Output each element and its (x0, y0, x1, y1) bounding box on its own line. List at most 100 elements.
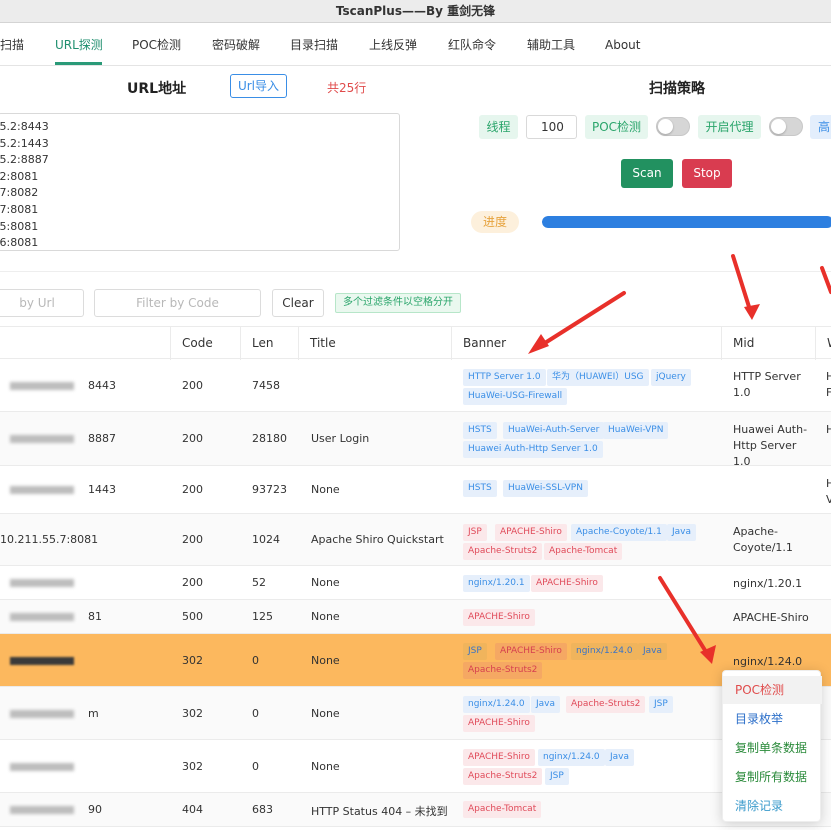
progress-fill (542, 216, 831, 228)
redacted-url (10, 806, 74, 814)
cell-mid: HTTP Server 1.0 (733, 370, 801, 399)
advanced-toggle-label: 高 (810, 115, 831, 139)
proxy-toggle[interactable] (769, 117, 803, 136)
filter-hint: 多个过滤条件以空格分开 (335, 293, 461, 313)
progress-label: 进度 (471, 211, 519, 233)
window-title: TscanPlus——By 重剑无锋 (0, 0, 831, 23)
cell-len: 0 (252, 706, 259, 720)
table-row[interactable]: 81 500 125 None APACHE-Shiro APACHE-Shiro (0, 600, 831, 634)
cell-url: 8887 (88, 432, 116, 445)
cell-url: m (88, 706, 99, 720)
cell-len: 7458 (252, 378, 280, 392)
cell-title: Apache Shiro Quickstart (311, 533, 444, 546)
menu-url-probe[interactable]: URL探测 (55, 24, 103, 66)
ctx-poc-check[interactable]: POC检测 (723, 676, 822, 704)
menu-dir-scan[interactable]: 目录扫描 (290, 24, 338, 66)
banner-tag: HuaWei-SSL-VPN (503, 480, 588, 497)
cell-w: H (826, 423, 831, 436)
url-line: .5.2:1443 (0, 136, 49, 150)
cell-code: 302 (182, 759, 203, 773)
cell-len: 0 (252, 653, 259, 667)
table-row[interactable]: 302 0 None APACHE-Shiro nginx/1.24.0 Java Apac… (0, 740, 831, 793)
table-row[interactable]: 302 0 None JSP APACHE-Shiro nginx/1.24.0 Java A… (0, 634, 831, 687)
cell-url: 8443 (88, 378, 116, 392)
banner-tag: JSP (463, 524, 487, 541)
banner-tag: Apache-Tomcat (463, 801, 542, 818)
table-row[interactable]: 8887 200 28180 User Login HSTS HuaWei-Auth-Se… (0, 412, 831, 468)
banner-tag: HSTS (463, 422, 497, 439)
cell-code: 302 (182, 706, 203, 720)
progress-bar (542, 216, 831, 228)
header-mid[interactable]: Mid (721, 327, 815, 360)
banner-tag: Java (531, 696, 561, 713)
banner-tag: JSP (463, 643, 487, 660)
header-w[interactable]: W (815, 327, 831, 360)
cell-code: 500 (182, 610, 203, 623)
context-menu: POC检测 目录枚举 复制单条数据 复制所有数据 清除记录 (722, 670, 822, 822)
cell-len: 28180 (252, 432, 287, 445)
redacted-url (10, 486, 74, 494)
banner-tag: HuaWei-Auth-Server (503, 422, 605, 439)
threads-label: 线程 (479, 115, 518, 139)
arrow-to-mid (731, 254, 752, 312)
table-row[interactable]: m 302 0 None nginx/1.24.0 Java Apache-Struts2 J… (0, 687, 831, 740)
stop-button[interactable]: Stop (682, 159, 732, 188)
url-line: .2:8081 (0, 169, 39, 183)
menu-reverse[interactable]: 上线反弹 (369, 24, 417, 66)
cell-title: None (311, 653, 340, 667)
redacted-url (10, 656, 74, 665)
menu-redteam[interactable]: 红队命令 (448, 24, 496, 66)
banner-tag: APACHE-Shiro (463, 749, 535, 766)
header-title[interactable]: Title (298, 327, 451, 360)
table-row[interactable]: 1443 200 93723 None HSTS HuaWei-SSL-VPN H V (0, 466, 831, 514)
header-banner[interactable]: Banner (451, 327, 721, 360)
table-row[interactable]: 90 404 683 HTTP Status 404 – 未找到 Apache-Tomc… (0, 793, 831, 827)
ctx-dir-enum[interactable]: 目录枚举 (723, 705, 822, 733)
table-row[interactable]: 8443 200 7458 HTTP Server 1.0 华为（HUAWEI）USG j… (0, 359, 831, 412)
ctx-copy-all[interactable]: 复制所有数据 (723, 763, 822, 791)
banner-tag: Huawei Auth-Http Server 1.0 (463, 441, 603, 458)
url-line: .5.2:8887 (0, 153, 49, 167)
header-len[interactable]: Len (240, 327, 298, 360)
banner-tag: nginx/1.24.0 (571, 643, 638, 660)
arrowhead-mid (744, 304, 760, 320)
header-code[interactable]: Code (170, 327, 240, 360)
filter-code-input[interactable]: Filter by Code (94, 289, 261, 317)
banner-tag: Apache-Struts2 (463, 543, 543, 560)
ctx-copy-single[interactable]: 复制单条数据 (723, 734, 822, 762)
banner-tag: APACHE-Shiro (531, 575, 603, 592)
banner-tag: APACHE-Shiro (495, 643, 567, 660)
url-import-button[interactable]: Url导入 (230, 74, 287, 98)
clear-button[interactable]: Clear (272, 289, 324, 317)
ctx-clear-records[interactable]: 清除记录 (723, 792, 822, 820)
active-tab-indicator (55, 62, 102, 65)
poc-toggle[interactable] (656, 117, 690, 136)
banner-tag: Apache-Struts2 (463, 662, 543, 679)
cell-url: 10.211.55.7:8081 (0, 533, 99, 546)
banner-tag: nginx/1.24.0 (463, 696, 530, 713)
scan-button[interactable]: Scan (621, 159, 673, 188)
threads-input[interactable]: 100 (526, 115, 577, 139)
menu-poc[interactable]: POC检测 (132, 24, 181, 66)
table-row[interactable]: 10.211.55.7:8081 200 1024 Apache Shiro Quic… (0, 514, 831, 566)
menu-about[interactable]: About (605, 24, 640, 66)
menu-tools[interactable]: 辅助工具 (527, 24, 575, 66)
filter-url-input[interactable]: by Url (0, 289, 84, 317)
menu-scan[interactable]: 扫描 (0, 24, 24, 66)
url-textarea[interactable]: .5.2:8443 .5.2:1443 .5.2:8887 .2:8081 .7… (0, 113, 400, 251)
banner-tag: Java (667, 524, 697, 541)
cell-mid: Huawei Auth-Http Server 1.0 (733, 423, 808, 468)
cell-title: None (311, 483, 340, 496)
cell-mid: nginx/1.20.1 (733, 577, 803, 590)
table-row[interactable]: 200 52 None nginx/1.20.1 APACHE-Shiro nginx/1… (0, 566, 831, 600)
menu-password[interactable]: 密码破解 (212, 24, 260, 66)
banner-tag: HTTP Server 1.0 (463, 369, 546, 386)
banner-tag: Apache-Struts2 (566, 696, 646, 713)
cell-mid: APACHE-Shiro (733, 611, 809, 624)
strategy-title: 扫描策略 (649, 81, 705, 97)
cell-title: HTTP Status 404 – 未找到 (311, 805, 448, 818)
banner-tag: Apache-Tomcat (544, 543, 623, 560)
cell-mid: Apache-Coyote/1.1 (733, 525, 793, 554)
banner-tag: APACHE-Shiro (495, 524, 567, 541)
url-section-title: URL地址 (127, 81, 187, 97)
